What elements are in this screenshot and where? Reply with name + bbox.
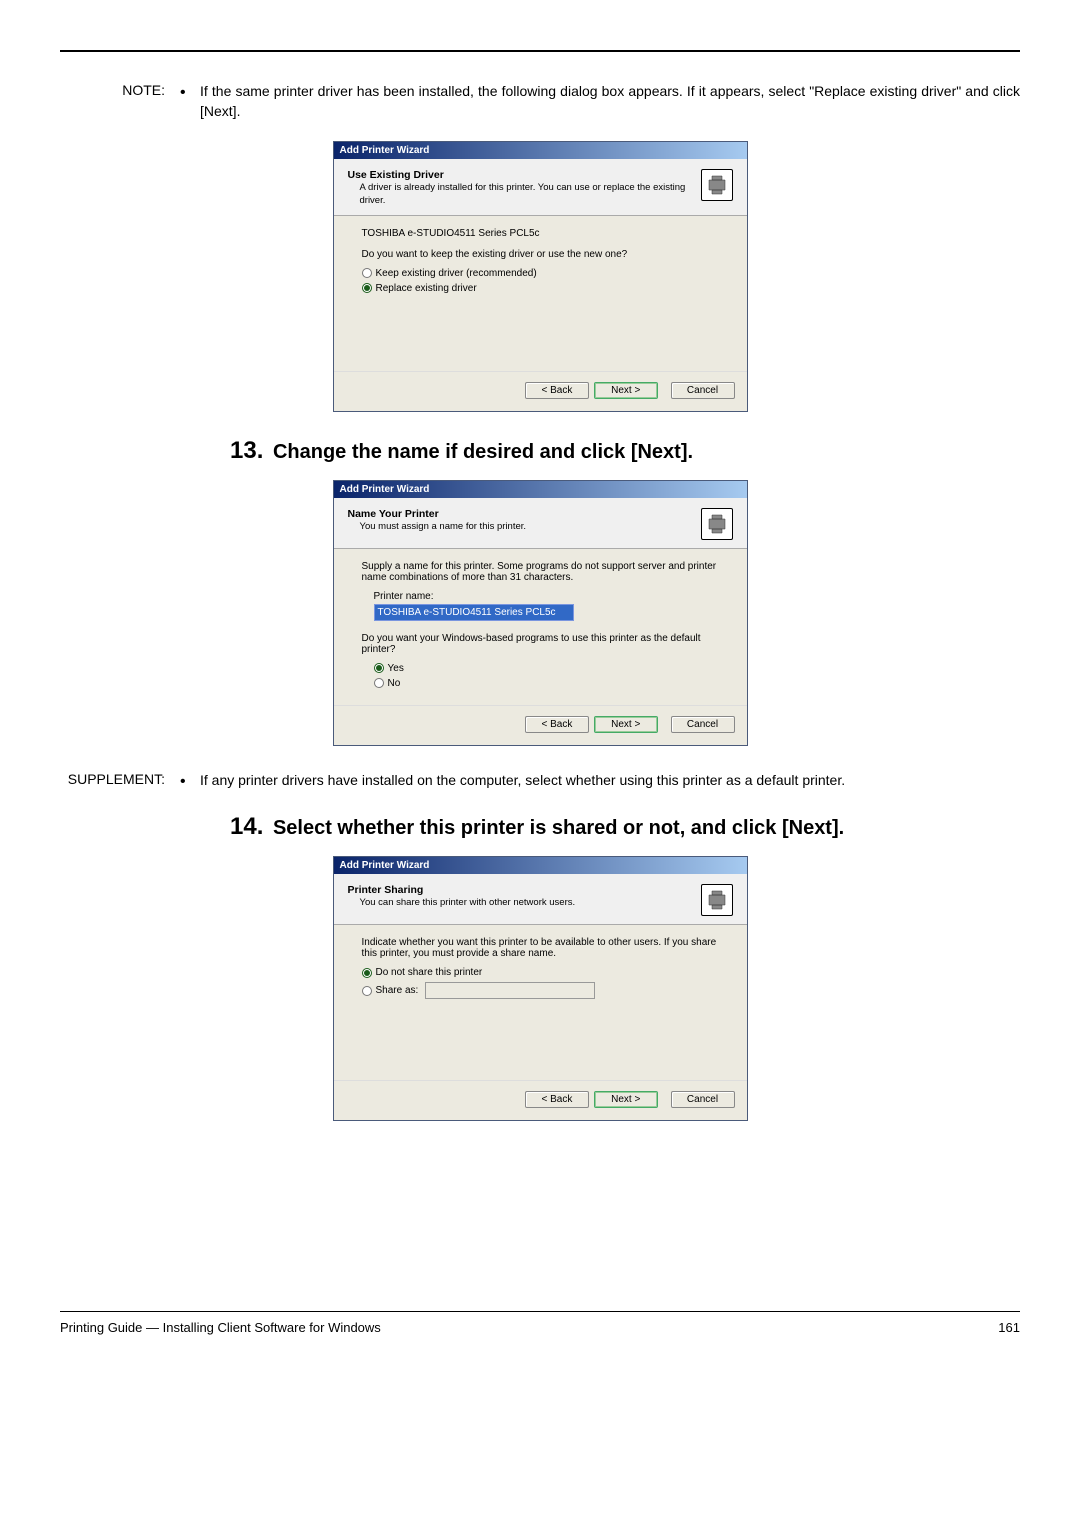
printer-icon bbox=[701, 169, 733, 201]
note-text-1: If the same printer driver has been inst… bbox=[200, 82, 1020, 121]
note-block: NOTE: • If the same printer driver has b… bbox=[100, 82, 1020, 121]
step-14-text: Select whether this printer is shared or… bbox=[273, 817, 844, 839]
top-rule bbox=[60, 50, 1020, 52]
radio-yes-input[interactable] bbox=[374, 663, 384, 673]
cancel-button[interactable]: Cancel bbox=[671, 382, 735, 399]
radio-share-as[interactable]: Share as: bbox=[362, 982, 719, 999]
supplement-block: SUPPLEMENT: • If any printer drivers hav… bbox=[60, 771, 1020, 793]
note-label: NOTE: bbox=[100, 82, 180, 121]
page-footer: Printing Guide — Installing Client Softw… bbox=[60, 1320, 1020, 1335]
dialog2-title: Add Printer Wizard bbox=[334, 481, 747, 498]
radio-no-label: No bbox=[388, 678, 401, 689]
next-button[interactable]: Next > bbox=[594, 1091, 658, 1108]
radio-shareas-input[interactable] bbox=[362, 986, 372, 996]
cancel-button[interactable]: Cancel bbox=[671, 1091, 735, 1108]
dialog3-body: Indicate whether you want this printer t… bbox=[334, 925, 747, 1080]
back-button[interactable]: < Back bbox=[525, 716, 589, 733]
radio-noshare-input[interactable] bbox=[362, 968, 372, 978]
dialog2-default-question: Do you want your Windows-based programs … bbox=[362, 633, 719, 655]
share-name-input[interactable] bbox=[425, 982, 595, 999]
step-13-number: 13. bbox=[230, 437, 263, 464]
dialog2-header: Name Your Printer You must assign a name… bbox=[334, 498, 747, 549]
dialog3-title: Add Printer Wizard bbox=[334, 857, 747, 874]
dialog2-header-bold: Name Your Printer bbox=[348, 508, 439, 520]
dialog1-model: TOSHIBA e-STUDIO4511 Series PCL5c bbox=[362, 228, 719, 239]
dialog1-header-text: Use Existing Driver A driver is already … bbox=[348, 169, 701, 207]
radio-do-not-share[interactable]: Do not share this printer bbox=[362, 967, 719, 978]
step-14-heading: 14. Select whether this printer is share… bbox=[230, 813, 1020, 841]
dialog2-header-sub: You must assign a name for this printer. bbox=[360, 521, 527, 533]
dialog-printer-sharing: Add Printer Wizard Printer Sharing You c… bbox=[333, 856, 748, 1121]
dialog3-header-sub: You can share this printer with other ne… bbox=[360, 897, 576, 909]
dialog-name-printer: Add Printer Wizard Name Your Printer You… bbox=[333, 480, 748, 746]
radio-noshare-label: Do not share this printer bbox=[376, 967, 483, 978]
radio-replace-existing[interactable]: Replace existing driver bbox=[362, 283, 719, 294]
cancel-button[interactable]: Cancel bbox=[671, 716, 735, 733]
dialog2-footer: < Back Next > Cancel bbox=[334, 705, 747, 745]
dialog2-header-text: Name Your Printer You must assign a name… bbox=[348, 508, 527, 533]
radio-no[interactable]: No bbox=[374, 678, 719, 689]
bullet: • bbox=[180, 771, 200, 793]
next-button[interactable]: Next > bbox=[594, 716, 658, 733]
printer-name-input[interactable]: TOSHIBA e-STUDIO4511 Series PCL5c bbox=[374, 604, 574, 621]
footer-left: Printing Guide — Installing Client Softw… bbox=[60, 1320, 381, 1335]
back-button[interactable]: < Back bbox=[525, 1091, 589, 1108]
supplement-text: If any printer drivers have installed on… bbox=[200, 771, 1020, 793]
radio-yes[interactable]: Yes bbox=[374, 663, 719, 674]
radio-shareas-label: Share as: bbox=[376, 985, 419, 996]
dialog1-title: Add Printer Wizard bbox=[334, 142, 747, 159]
radio-keep-existing[interactable]: Keep existing driver (recommended) bbox=[362, 268, 719, 279]
dialog2-body: Supply a name for this printer. Some pro… bbox=[334, 549, 747, 705]
back-button[interactable]: < Back bbox=[525, 382, 589, 399]
dialog-use-existing-driver: Add Printer Wizard Use Existing Driver A… bbox=[333, 141, 748, 412]
dialog3-footer: < Back Next > Cancel bbox=[334, 1080, 747, 1120]
bottom-rule bbox=[60, 1311, 1020, 1312]
dialog1-header-sub: A driver is already installed for this p… bbox=[360, 182, 701, 207]
radio-replace-input[interactable] bbox=[362, 283, 372, 293]
next-button[interactable]: Next > bbox=[594, 382, 658, 399]
supplement-label: SUPPLEMENT: bbox=[60, 771, 180, 793]
default-printer-options: Yes No bbox=[374, 663, 719, 689]
dialog3-header: Printer Sharing You can share this print… bbox=[334, 874, 747, 925]
dialog2-supply: Supply a name for this printer. Some pro… bbox=[362, 561, 719, 583]
dialog1-footer: < Back Next > Cancel bbox=[334, 371, 747, 411]
printer-icon bbox=[701, 884, 733, 916]
dialog3-header-bold: Printer Sharing bbox=[348, 884, 424, 896]
dialog3-header-text: Printer Sharing You can share this print… bbox=[348, 884, 576, 909]
footer-page-number: 161 bbox=[998, 1320, 1020, 1335]
dialog1-question: Do you want to keep the existing driver … bbox=[362, 249, 719, 260]
printer-name-group: Printer name: TOSHIBA e-STUDIO4511 Serie… bbox=[374, 591, 719, 621]
radio-no-input[interactable] bbox=[374, 678, 384, 688]
radio-keep-label: Keep existing driver (recommended) bbox=[376, 268, 537, 279]
printer-icon bbox=[701, 508, 733, 540]
dialog1-header-bold: Use Existing Driver bbox=[348, 169, 444, 181]
step-13-heading: 13. Change the name if desired and click… bbox=[230, 437, 1020, 465]
step-14-number: 14. bbox=[230, 813, 263, 840]
step-13-text: Change the name if desired and click [Ne… bbox=[273, 441, 693, 463]
dialog3-indicate: Indicate whether you want this printer t… bbox=[362, 937, 719, 959]
radio-replace-label: Replace existing driver bbox=[376, 283, 477, 294]
printer-name-label: Printer name: bbox=[374, 591, 719, 602]
dialog1-body: TOSHIBA e-STUDIO4511 Series PCL5c Do you… bbox=[334, 216, 747, 371]
dialog1-header: Use Existing Driver A driver is already … bbox=[334, 159, 747, 216]
radio-keep-input[interactable] bbox=[362, 268, 372, 278]
radio-yes-label: Yes bbox=[388, 663, 404, 674]
bullet: • bbox=[180, 82, 200, 121]
dialog3-wrapper: Add Printer Wizard Printer Sharing You c… bbox=[60, 856, 1020, 1121]
dialog1-wrapper: Add Printer Wizard Use Existing Driver A… bbox=[60, 141, 1020, 412]
dialog2-wrapper: Add Printer Wizard Name Your Printer You… bbox=[60, 480, 1020, 746]
